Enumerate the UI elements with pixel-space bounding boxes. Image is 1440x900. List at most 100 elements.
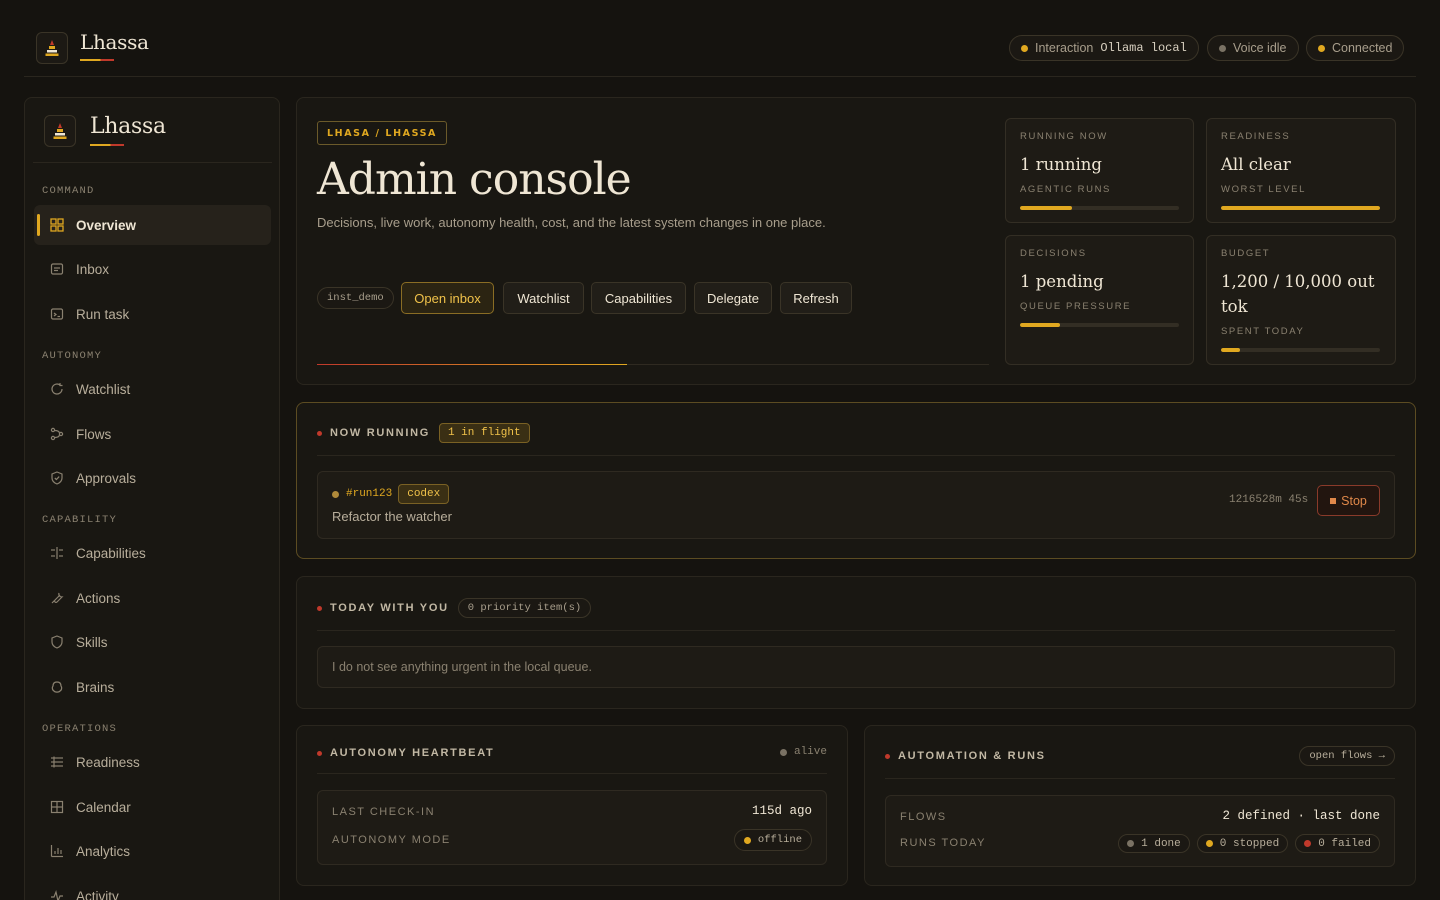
sidebar-item-readiness[interactable]: Readiness [34,742,271,782]
brand-underline [80,59,114,61]
voice-label: Voice idle [1233,41,1287,55]
section-operations: OPERATIONS [42,723,118,735]
stat-budget[interactable]: BUDGET 1,200 / 10,000 out tok SPENT TODA… [1206,235,1396,365]
autonomy-mode-value: offline [757,834,802,846]
open-inbox-button[interactable]: Open inbox [401,282,494,314]
stat-value: 1 running [1020,155,1102,174]
sidebar-item-overview[interactable]: Overview [34,205,271,245]
sidebar-item-skills[interactable]: Skills [34,622,271,662]
sidebar-item-capabilities[interactable]: Capabilities [34,533,271,573]
status-dot-icon [1304,840,1312,847]
stat-progress-bar [1020,323,1179,327]
run-task: Refactor the watcher [332,509,452,524]
sidebar-item-label: Analytics [76,843,131,859]
runs-done-badge: 1 done [1118,834,1190,853]
section-capability: CAPABILITY [42,514,118,526]
logo-icon[interactable] [36,32,68,64]
stop-label: Stop [1341,493,1367,508]
heartbeat-card: LAST CHECK-IN 115d ago AUTONOMY MODE off… [317,790,827,865]
stat-value: All clear [1221,155,1291,174]
sidebar-item-actions[interactable]: Actions [34,578,271,618]
interaction-status[interactable]: Interaction Ollama local [1009,35,1199,61]
section-title: AUTOMATION & RUNS [898,750,1046,762]
status-dot-icon [779,748,787,756]
sidebar-item-approvals[interactable]: Approvals [34,458,271,498]
stat-label: READINESS [1221,131,1291,142]
capabilities-button[interactable]: Capabilities [591,282,686,314]
stat-value: 1,200 / 10,000 out tok [1221,272,1375,316]
sidebar-item-label: Skills [76,634,108,650]
brain-icon [50,680,64,694]
sidebar-item-label: Watchlist [76,381,131,397]
runs-today-badges: 1 done 0 stopped 0 failed [1118,834,1380,853]
brand-underline [90,144,124,146]
list-check-icon [50,755,64,769]
delegate-button[interactable]: Delegate [694,282,772,314]
refresh-button[interactable]: Refresh [780,282,852,314]
sidebar-item-analytics[interactable]: Analytics [34,831,271,871]
sidebar-item-label: Readiness [76,754,140,770]
section-divider [885,778,1395,779]
shield-check-icon [50,471,64,485]
terminal-icon [50,307,64,321]
runs-stopped-label: 0 stopped [1219,837,1280,850]
heartbeat-panel: AUTONOMY HEARTBEAT alive LAST CHECK-IN 1… [296,725,848,886]
stop-button[interactable]: Stop [1317,485,1380,516]
sidebar-item-label: Run task [76,306,130,322]
run-elapsed: 1216528m 45s [1229,494,1309,506]
stat-progress-bar [1020,206,1179,210]
stat-decisions[interactable]: DECISIONS 1 pending QUEUE PRESSURE [1005,235,1194,365]
stat-progress-fill [1020,206,1073,210]
sidebar-item-watchlist[interactable]: Watchlist [34,369,271,409]
status-dot-icon [1021,44,1028,52]
last-checkin-label: LAST CHECK-IN [332,806,436,818]
interaction-label: Interaction [1035,41,1094,55]
stat-progress-fill [1020,323,1060,327]
agent-badge: codex [398,484,450,504]
instance-badge: inst_demo [317,287,394,309]
stat-value: 1 pending [1020,272,1104,291]
stat-running-now[interactable]: RUNNING NOW 1 running AGENTIC RUNS [1005,118,1194,223]
section-title: TODAY WITH YOU [330,602,449,614]
today-panel: TODAY WITH YOU 0 priority item(s) I do n… [296,576,1416,709]
sidebar-divider [33,162,272,163]
stat-sub-label: QUEUE PRESSURE [1020,301,1132,312]
connection-status[interactable]: Connected [1306,35,1405,61]
sidebar-item-calendar[interactable]: Calendar [34,787,271,827]
section-dot-icon [885,753,890,759]
sidebar-brand: Lhassa [90,114,166,139]
page-subtitle: Decisions, live work, autonomy health, c… [317,215,826,230]
heartbeat-status-label: alive [793,746,827,758]
sidebar-item-label: Actions [76,590,121,606]
stat-progress-fill [1221,348,1241,352]
runs-failed-label: 0 failed [1318,837,1371,850]
run-id[interactable]: #run123 [346,488,392,500]
heartbeat-header: AUTONOMY HEARTBEAT [317,742,494,764]
runs-done-label: 1 done [1141,837,1181,850]
run-card[interactable]: #run123 codex Refactor the watcher 12165… [317,471,1395,539]
inbox-icon [50,262,64,276]
sidebar-item-activity[interactable]: Activity [34,876,271,900]
logo-icon[interactable] [44,115,76,147]
now-running-header: NOW RUNNING 1 in flight [317,421,530,445]
watchlist-button[interactable]: Watchlist [503,282,584,314]
open-flows-link[interactable]: open flows → [1299,746,1395,766]
stop-icon [1330,497,1337,504]
stat-readiness[interactable]: READINESS All clear WORST LEVEL [1206,118,1396,223]
section-dot-icon [317,750,322,756]
section-divider [317,773,827,774]
sidebar-item-flows[interactable]: Flows [34,414,271,454]
sidebar-item-inbox[interactable]: Inbox [34,249,271,289]
section-dot-icon [317,605,322,611]
flows-value: 2 defined · last done [1222,809,1380,823]
voice-status[interactable]: Voice idle [1207,35,1299,61]
status-dot-icon [1318,44,1325,52]
sidebar-item-run-task[interactable]: Run task [34,294,271,334]
section-autonomy: AUTONOMY [42,350,103,362]
wrench-icon [50,591,64,605]
sidebar-item-brains[interactable]: Brains [34,667,271,707]
connection-label: Connected [1332,41,1393,55]
stat-sub-label: AGENTIC RUNS [1020,184,1111,195]
hero-panel: LHASA / LHASSA Admin console Decisions, … [296,97,1416,385]
priority-count-badge: 0 priority item(s) [457,598,592,618]
